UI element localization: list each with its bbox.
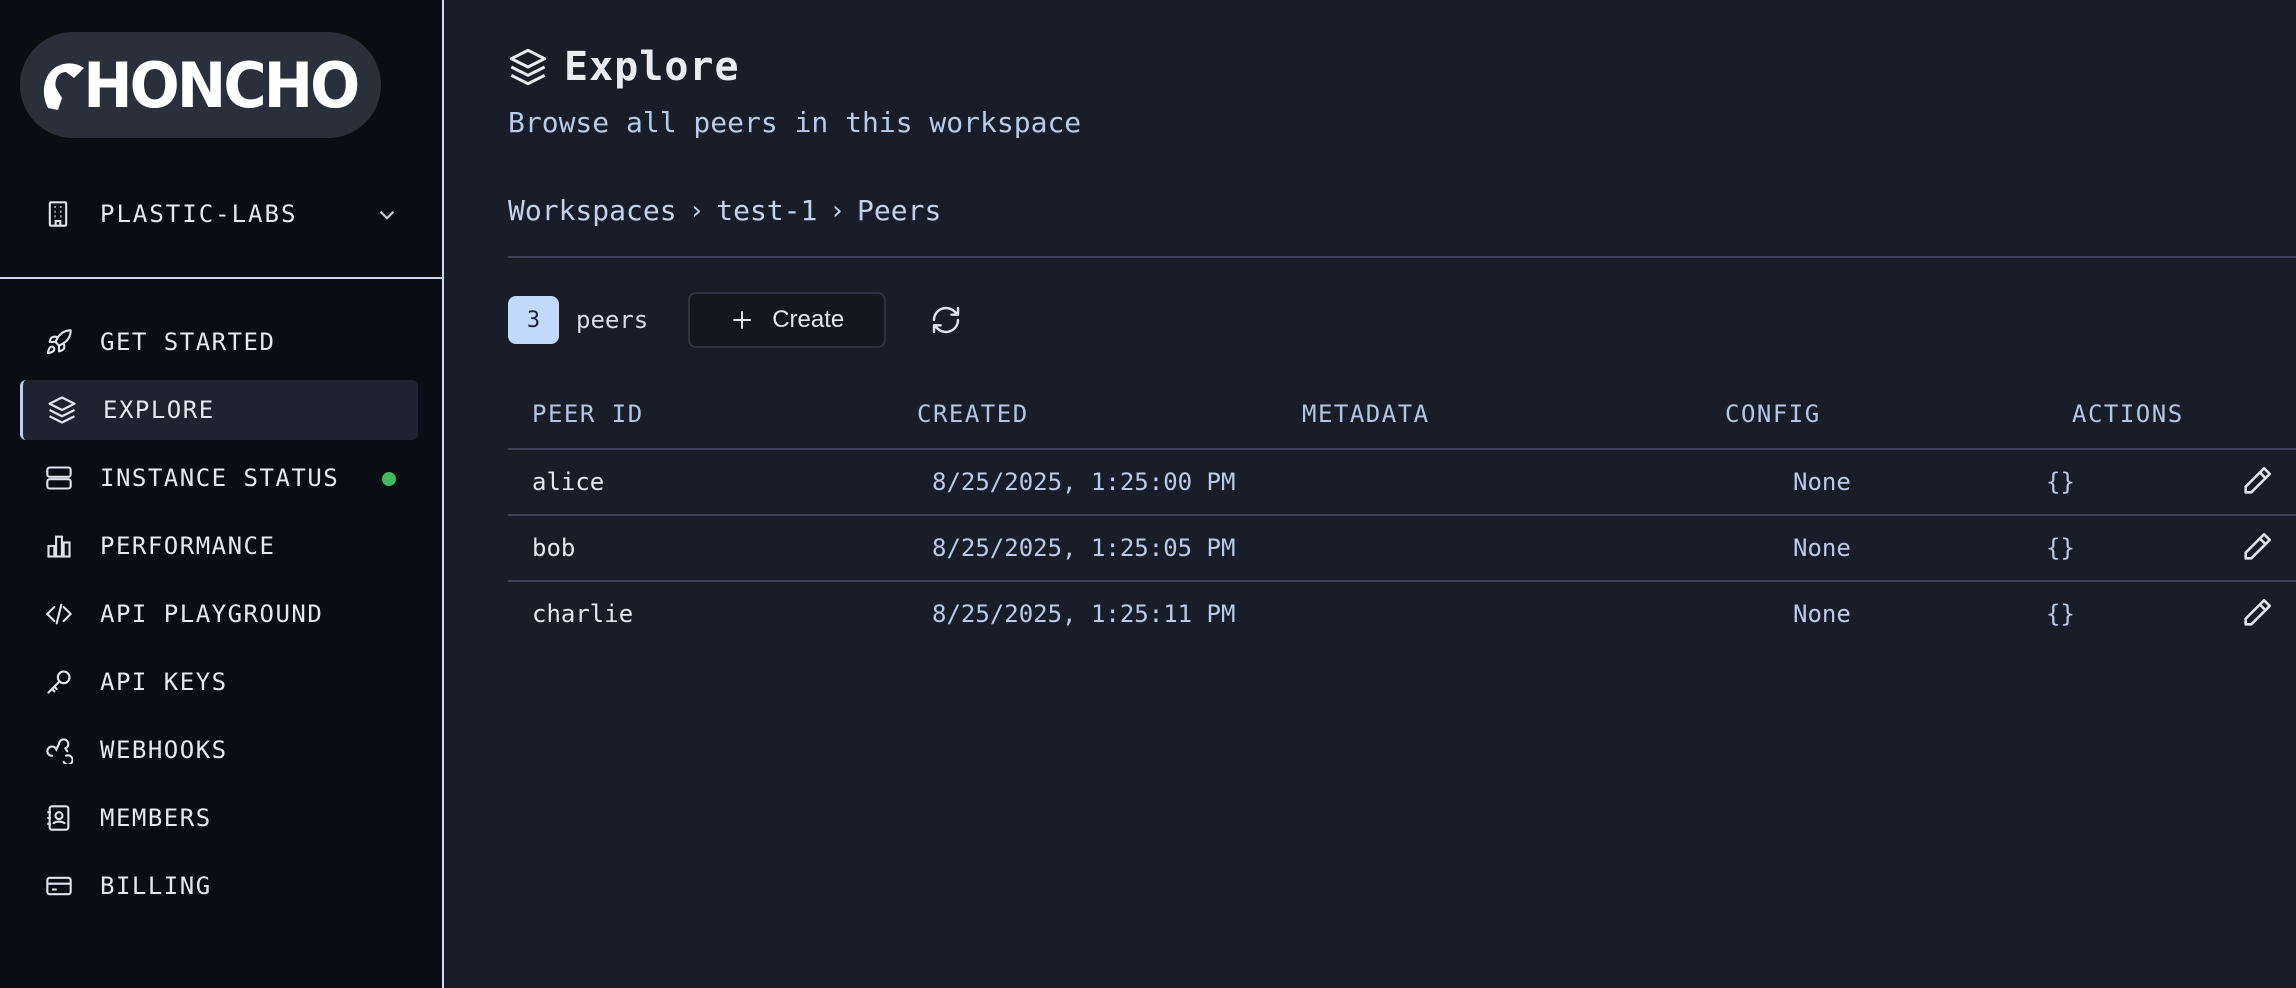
workspace-name: PLASTIC-LABS — [100, 200, 298, 228]
edit-button[interactable] — [2240, 530, 2274, 570]
status-online-indicator — [382, 472, 396, 486]
metadata-cell: None — [1793, 468, 1851, 496]
layers-icon — [47, 395, 77, 425]
sidebar-item-label: EXPLORE — [103, 396, 215, 424]
create-peer-button[interactable]: Create — [688, 292, 887, 348]
column-header-actions: ACTIONS — [2072, 400, 2184, 428]
honcho-logo[interactable]: HONCHO — [20, 32, 381, 138]
page-header: Explore — [508, 44, 740, 90]
metadata-cell: None — [1793, 534, 1851, 562]
created-cell: 8/25/2025, 1:25:05 PM — [932, 534, 1236, 562]
sidebar-item-performance[interactable]: PERFORMANCE — [20, 516, 418, 576]
workspace-selector[interactable]: PLASTIC-LABS — [20, 184, 400, 244]
peer-id-cell: bob — [532, 534, 576, 562]
sidebar-item-label: API KEYS — [100, 668, 228, 696]
chevron-down-icon — [379, 210, 395, 220]
sidebar-item-label: PERFORMANCE — [100, 532, 276, 560]
honcho-face-icon — [43, 63, 84, 110]
header-divider — [508, 256, 2296, 258]
edit-button[interactable] — [2240, 596, 2274, 636]
bar-chart-icon — [44, 531, 74, 561]
breadcrumb: Workspaces › test-1 › Peers — [508, 194, 941, 227]
webhook-icon — [44, 735, 74, 765]
refresh-icon — [933, 306, 960, 334]
config-cell: {} — [2046, 534, 2075, 562]
config-cell: {} — [2046, 600, 2075, 628]
sidebar-nav: GET STARTED EXPLORE INSTANCE STATUS PERF… — [20, 312, 418, 924]
sidebar-item-api-playground[interactable]: API PLAYGROUND — [20, 584, 418, 644]
table-header: PEER ID CREATED METADATA CONFIG ACTIONS — [508, 378, 2296, 450]
sidebar-item-members[interactable]: MEMBERS — [20, 788, 418, 848]
breadcrumb-workspaces[interactable]: Workspaces — [508, 194, 677, 227]
rocket-icon — [44, 327, 74, 357]
sidebar-item-billing[interactable]: BILLING — [20, 856, 418, 916]
created-cell: 8/25/2025, 1:25:11 PM — [932, 600, 1236, 628]
refresh-button[interactable] — [926, 300, 966, 340]
toolbar: 3 peers Create — [508, 292, 966, 348]
credit-card-icon — [44, 871, 74, 901]
table-row[interactable]: bob 8/25/2025, 1:25:05 PM None {} — [508, 516, 2296, 582]
page-title: Explore — [564, 44, 740, 90]
sidebar-item-instance-status[interactable]: INSTANCE STATUS — [20, 448, 418, 508]
peer-count-badge: 3 — [508, 296, 559, 344]
peers-table: PEER ID CREATED METADATA CONFIG ACTIONS … — [508, 378, 2296, 648]
sidebar: HONCHO PLASTIC-LABS GET STARTED EXPLORE … — [0, 0, 444, 988]
sidebar-item-label: API PLAYGROUND — [100, 600, 324, 628]
sidebar-item-webhooks[interactable]: WEBHOOKS — [20, 720, 418, 780]
edit-button[interactable] — [2240, 464, 2274, 504]
breadcrumb-workspace[interactable]: test-1 — [716, 194, 817, 227]
config-cell: {} — [2046, 468, 2075, 496]
column-header-created[interactable]: CREATED — [917, 400, 1029, 428]
contacts-icon — [44, 803, 74, 833]
server-icon — [44, 463, 74, 493]
column-header-peer-id[interactable]: PEER ID — [532, 400, 644, 428]
plus-icon — [733, 311, 752, 329]
sidebar-divider — [0, 277, 442, 279]
breadcrumb-peers: Peers — [857, 194, 942, 227]
table-row[interactable]: alice 8/25/2025, 1:25:00 PM None {} — [508, 450, 2296, 516]
code-icon — [44, 599, 74, 629]
sidebar-item-label: INSTANCE STATUS — [100, 464, 340, 492]
sidebar-item-label: MEMBERS — [100, 804, 212, 832]
pencil-icon — [2244, 532, 2272, 560]
column-header-metadata[interactable]: METADATA — [1302, 400, 1430, 428]
column-header-config[interactable]: CONFIG — [1725, 400, 1821, 428]
pencil-icon — [2244, 466, 2272, 494]
pencil-icon — [2244, 598, 2272, 626]
breadcrumb-separator-icon: › — [829, 195, 846, 226]
breadcrumb-separator-icon: › — [688, 195, 705, 226]
metadata-cell: None — [1793, 600, 1851, 628]
layers-icon — [509, 48, 547, 86]
sidebar-item-label: BILLING — [100, 872, 212, 900]
sidebar-item-label: GET STARTED — [100, 328, 276, 356]
sidebar-item-api-keys[interactable]: API KEYS — [20, 652, 418, 712]
sidebar-item-label: WEBHOOKS — [100, 736, 228, 764]
peer-id-cell: alice — [532, 468, 605, 496]
table-row[interactable]: charlie 8/25/2025, 1:25:11 PM None {} — [508, 582, 2296, 648]
sidebar-item-get-started[interactable]: GET STARTED — [20, 312, 418, 372]
page-subtitle: Browse all peers in this workspace — [508, 106, 1082, 139]
create-button-label: Create — [772, 306, 845, 333]
building-icon — [48, 201, 68, 227]
logo-text: HONCHO — [83, 48, 360, 122]
peer-count-label: peers — [576, 306, 649, 334]
peer-id-cell: charlie — [532, 600, 634, 628]
key-icon — [44, 667, 74, 697]
sidebar-item-explore[interactable]: EXPLORE — [20, 380, 418, 440]
created-cell: 8/25/2025, 1:25:00 PM — [932, 468, 1236, 496]
